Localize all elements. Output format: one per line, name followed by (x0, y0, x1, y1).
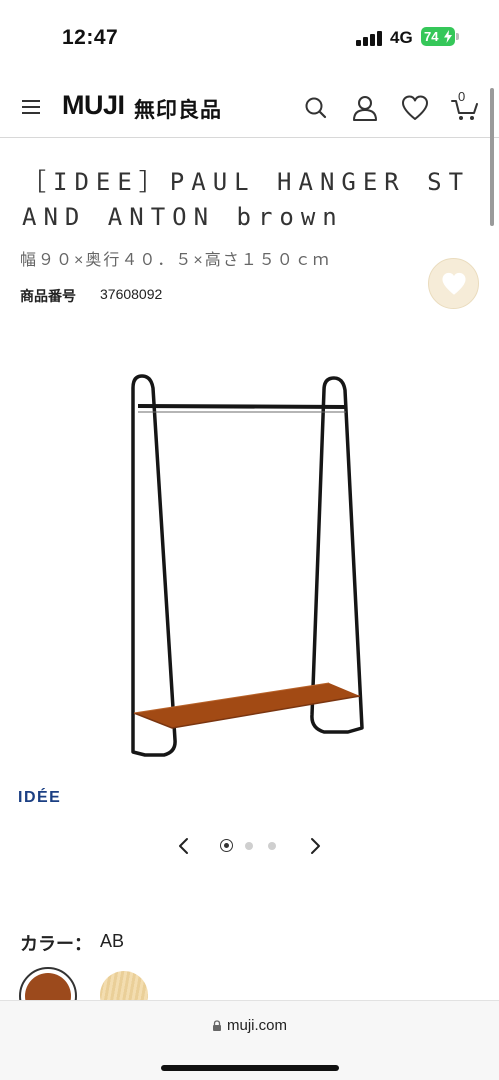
battery-icon: 74 (421, 27, 459, 46)
status-bar: 12:47 4G 74 (0, 0, 499, 70)
lock-icon (212, 1020, 221, 1031)
carousel-prev-button[interactable] (172, 834, 196, 858)
site-header: MUJI 無印良品 0 (0, 78, 499, 138)
charging-bolt-icon (444, 30, 452, 43)
cellular-signal-icon (356, 30, 382, 46)
status-time: 12:47 (62, 26, 119, 49)
muji-logo-jp[interactable]: 無印良品 (134, 94, 222, 124)
battery-level: 74 (424, 29, 439, 44)
search-icon[interactable] (302, 94, 330, 122)
cart-count-badge: 0 (458, 89, 466, 104)
carousel-dot-1[interactable] (220, 839, 233, 852)
menu-icon[interactable] (22, 98, 42, 116)
url-text: muji.com (226, 1017, 287, 1034)
browser-address-bar[interactable]: muji.com (0, 1000, 499, 1080)
muji-logo[interactable]: MUJI (62, 90, 125, 121)
color-value: AB (100, 931, 125, 951)
heart-icon (442, 272, 466, 295)
cart-button[interactable]: 0 (451, 89, 479, 122)
product-dimensions: 幅９０×奥行４０．５×高さ１５０ｃｍ (20, 252, 331, 269)
page-scrollbar[interactable] (490, 88, 494, 226)
network-type: 4G (390, 28, 413, 47)
home-indicator[interactable] (161, 1065, 339, 1071)
product-title: ［IDEE］PAUL HANGER STAND ANTON brown (22, 168, 471, 231)
account-icon[interactable] (351, 94, 379, 122)
carousel-dot-2[interactable] (245, 842, 253, 850)
product-image[interactable] (100, 360, 400, 780)
color-label: カラー： (20, 934, 92, 954)
favorite-button[interactable] (428, 258, 479, 309)
carousel-next-button[interactable] (303, 834, 327, 858)
heart-icon[interactable] (401, 94, 429, 122)
carousel-dot-3[interactable] (268, 842, 276, 850)
product-code-label: 商品番号 (20, 288, 76, 304)
url-display[interactable]: muji.com (0, 1017, 499, 1034)
product-code-value: 37608092 (100, 286, 163, 302)
brand-logo: IDÉE (18, 789, 62, 806)
